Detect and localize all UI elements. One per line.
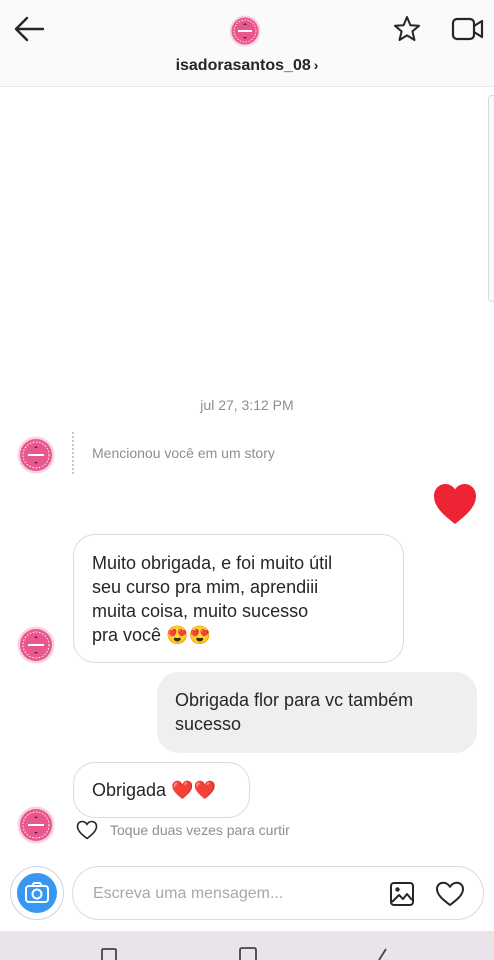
scrollbar[interactable]	[488, 95, 494, 302]
recent-apps-icon[interactable]	[98, 947, 120, 960]
story-divider	[72, 432, 74, 474]
video-call-icon[interactable]	[451, 16, 485, 42]
message-line: Muito obrigada, e foi muito útil	[92, 553, 333, 573]
back-nav-icon[interactable]	[372, 947, 394, 960]
contact-avatar[interactable]	[17, 626, 55, 664]
gallery-icon[interactable]	[389, 881, 415, 907]
message-bubble-incoming[interactable]: Muito obrigada, e foi muito útil seu cur…	[73, 534, 404, 663]
camera-icon[interactable]	[17, 873, 57, 913]
like-hint-text: Toque duas vezes para curtir	[110, 822, 290, 838]
heart-eyes-emoji: 😍😍	[166, 625, 211, 645]
chevron-right-icon[interactable]: ›	[314, 57, 319, 73]
home-icon[interactable]	[237, 947, 259, 960]
contact-avatar[interactable]	[17, 436, 55, 474]
camera-button[interactable]	[10, 866, 64, 920]
username-text[interactable]: isadorasantos_08	[176, 57, 311, 74]
message-timestamp: jul 27, 3:12 PM	[200, 397, 294, 413]
heart-icon[interactable]	[435, 881, 465, 907]
message-line: seu curso pra mim, aprendiii	[92, 577, 319, 597]
chat-header: isadorasantos_08 ›	[0, 0, 494, 87]
message-input[interactable]	[91, 881, 375, 907]
contact-avatar[interactable]	[17, 806, 55, 844]
message-bubble-incoming[interactable]: Obrigada ❤️❤️	[73, 762, 250, 818]
system-navigation-bar	[0, 931, 494, 960]
message-line: Obrigada flor para vc também	[175, 690, 414, 710]
sent-heart-icon[interactable]	[432, 482, 478, 526]
message-line-text: pra você	[92, 625, 162, 645]
story-mention-text[interactable]: Mencionou você em um story	[92, 445, 275, 461]
message-line: pra você 😍😍	[92, 623, 385, 647]
heart-outline-icon[interactable]	[76, 820, 98, 840]
back-arrow-icon[interactable]	[12, 14, 46, 44]
red-heart-emoji: ❤️❤️	[171, 780, 216, 800]
message-line: muita coisa, muito sucesso	[92, 601, 309, 621]
message-bubble-outgoing[interactable]: Obrigada flor para vc também sucesso	[157, 672, 477, 753]
message-text: Obrigada	[92, 780, 167, 800]
message-line: sucesso	[175, 714, 242, 734]
contact-username[interactable]: isadorasantos_08 ›	[0, 57, 494, 75]
header-avatar[interactable]	[229, 15, 261, 47]
message-composer	[72, 866, 484, 920]
star-icon[interactable]	[392, 14, 422, 44]
